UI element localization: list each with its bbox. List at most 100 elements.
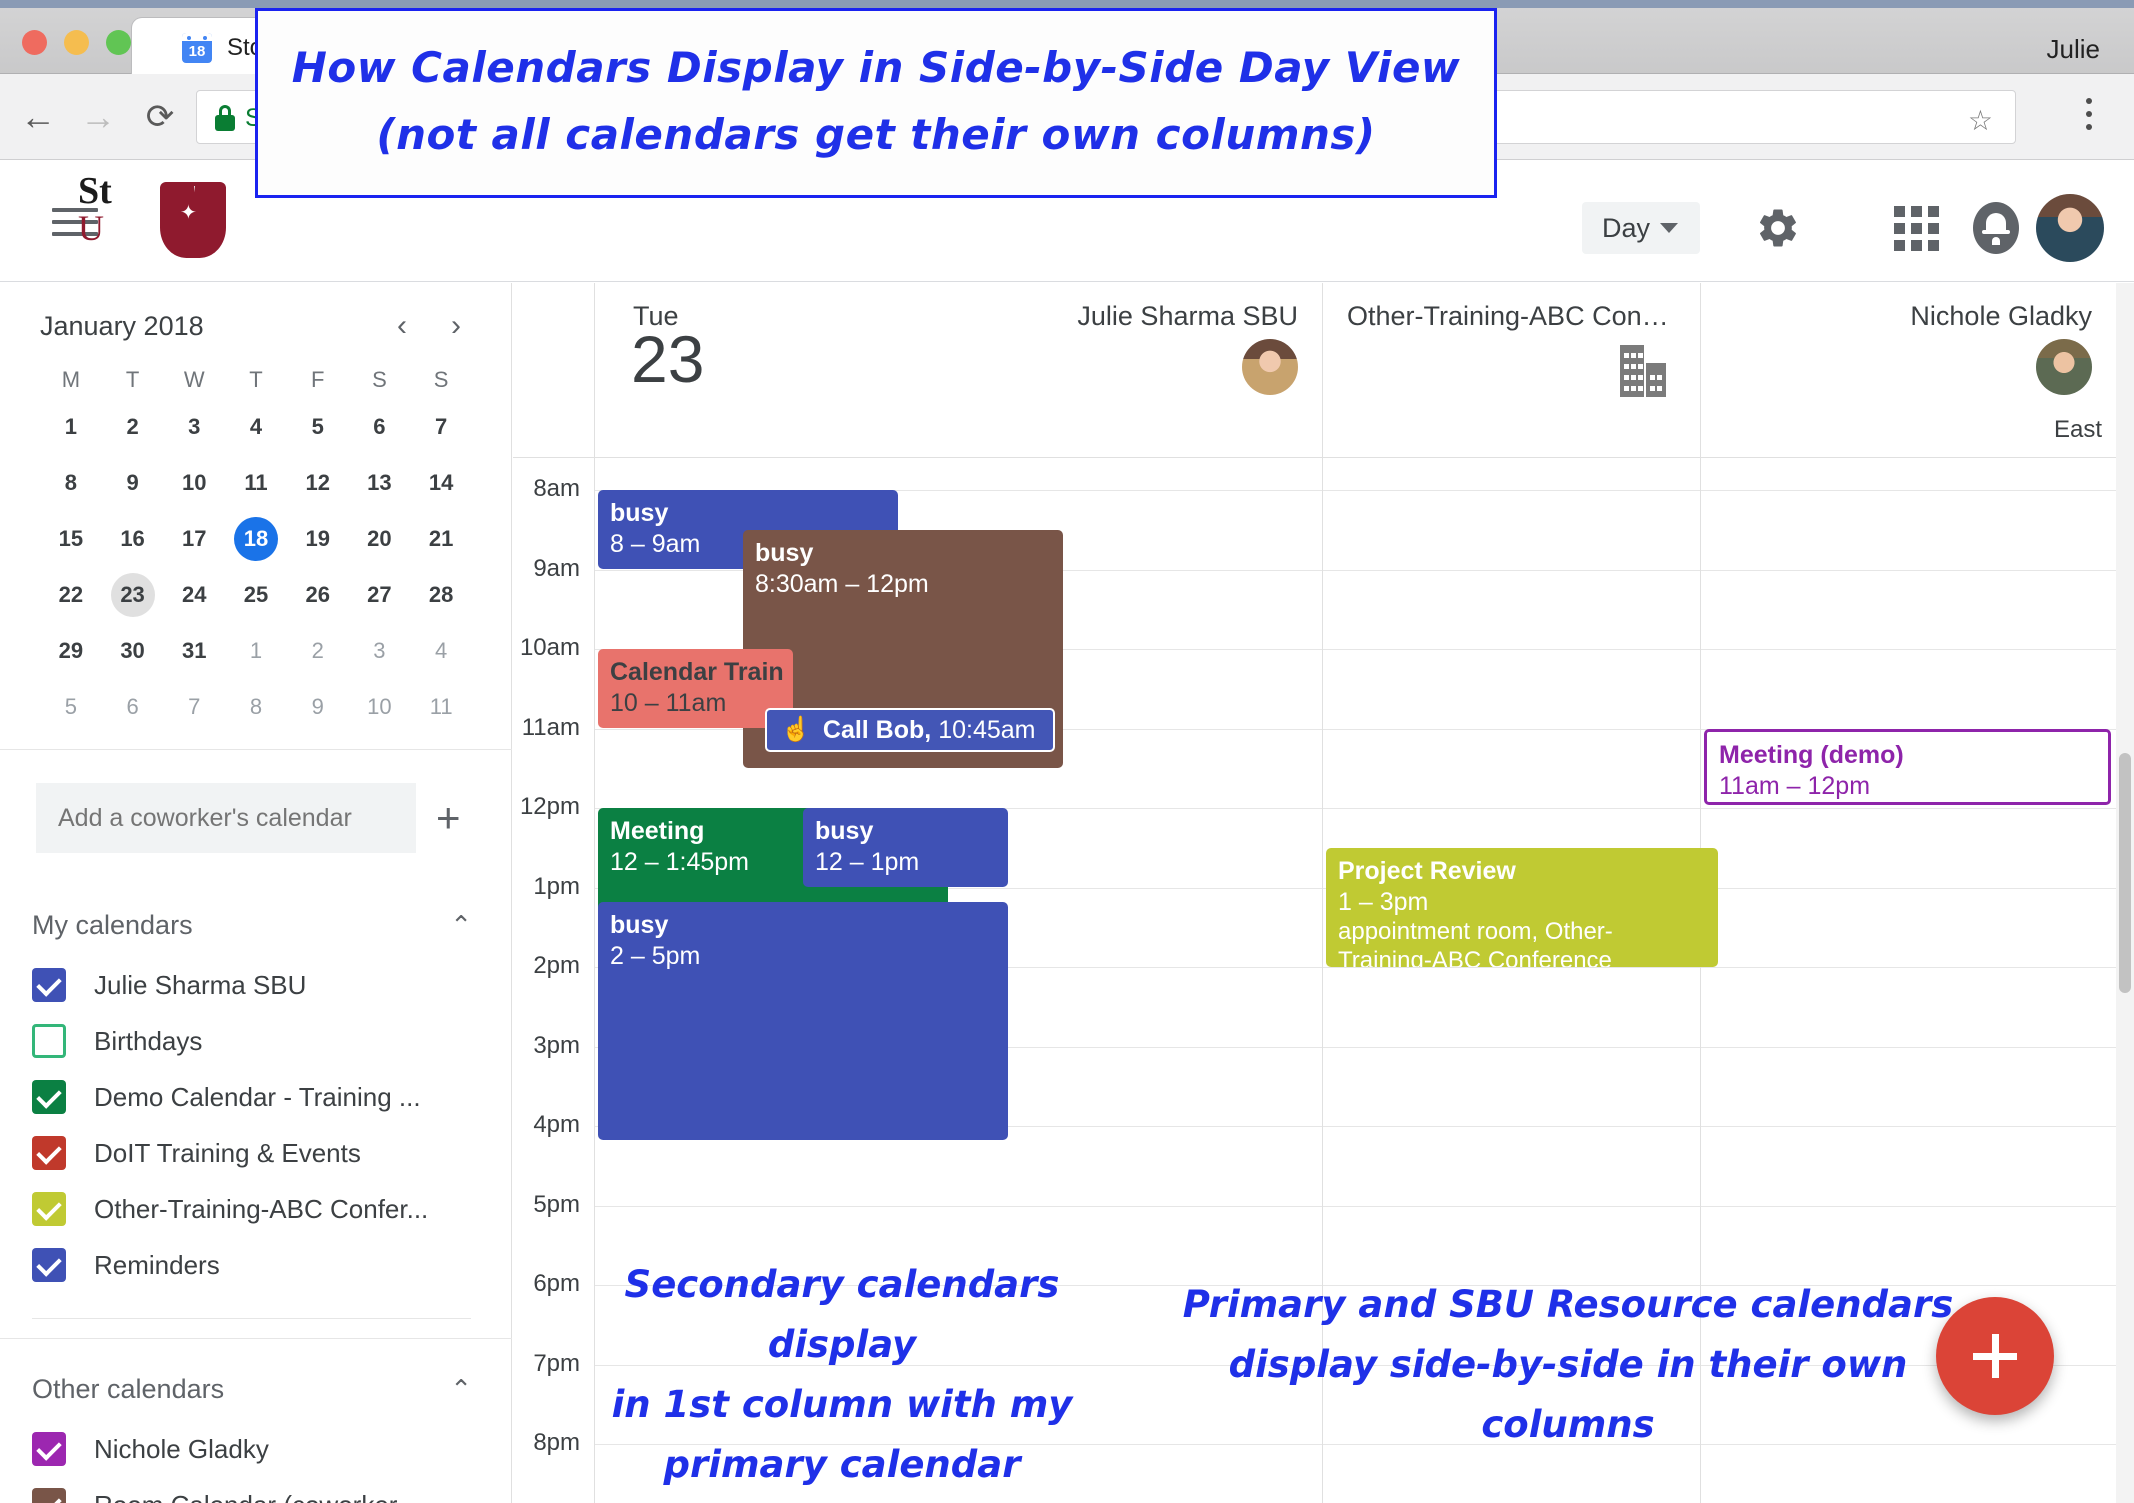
other-calendar-item[interactable]: Room Calendar (coworker ... (0, 1477, 512, 1503)
gear-icon[interactable] (1750, 200, 1806, 256)
bell-icon[interactable] (1968, 200, 2024, 256)
reminder-chip[interactable]: ☝ Call Bob, 10:45am (765, 708, 1055, 752)
mini-calendar-day[interactable]: 2 (287, 629, 349, 673)
university-logo: ✦ (160, 182, 230, 266)
mini-calendar-day[interactable]: 25 (225, 573, 287, 617)
mini-calendar-day[interactable]: 23 (102, 573, 164, 617)
chevron-up-icon[interactable]: ⌃ (450, 910, 472, 941)
mini-calendar-day[interactable]: 9 (102, 461, 164, 505)
add-coworker-input[interactable] (36, 783, 416, 853)
day-number[interactable]: 23 (631, 321, 704, 397)
mini-calendar-day[interactable]: 8 (40, 461, 102, 505)
mini-calendar-day[interactable]: 18 (225, 517, 287, 561)
mini-calendar-day[interactable]: 10 (163, 461, 225, 505)
create-event-button[interactable] (1936, 1297, 2054, 1415)
mini-calendar-day[interactable]: 11 (225, 461, 287, 505)
mini-calendar-day[interactable]: 1 (40, 405, 102, 449)
mini-calendar-day[interactable]: 16 (102, 517, 164, 561)
vertical-scrollbar[interactable] (2116, 283, 2134, 1503)
my-calendar-item[interactable]: Reminders (0, 1237, 512, 1293)
scrollbar-thumb[interactable] (2119, 753, 2131, 993)
mini-calendar-prev-icon[interactable]: ‹ (386, 309, 418, 343)
calendar-checkbox[interactable] (32, 1024, 66, 1058)
calendar-checkbox[interactable] (32, 1192, 66, 1226)
mini-calendar-day[interactable]: 5 (40, 685, 102, 729)
minimize-window-button[interactable] (64, 30, 89, 55)
calendar-checkbox[interactable] (32, 1488, 66, 1503)
mini-calendar-day[interactable]: 3 (163, 405, 225, 449)
back-icon[interactable]: ← (18, 96, 58, 137)
mini-calendar-day[interactable]: 28 (410, 573, 472, 617)
mini-calendar-day[interactable]: 26 (287, 573, 349, 617)
my-calendar-item[interactable]: Julie Sharma SBU (0, 957, 512, 1013)
calendar-checkbox[interactable] (32, 968, 66, 1002)
chrome-menu-icon[interactable] (2086, 98, 2092, 104)
mini-calendar-day[interactable]: 30 (102, 629, 164, 673)
calendar-event[interactable]: Project Review 1 – 3pm appointment room, O… (1326, 848, 1718, 967)
calendar-event[interactable]: busy 12 – 1pm (803, 808, 1008, 887)
column-divider (1322, 458, 1323, 1503)
mini-calendar-day[interactable]: 4 (410, 629, 472, 673)
mini-calendar-day[interactable]: 14 (410, 461, 472, 505)
hour-label: 11am (521, 713, 580, 741)
mini-calendar-day[interactable]: 2 (102, 405, 164, 449)
mini-calendar-day[interactable]: 4 (225, 405, 287, 449)
mini-calendar-next-icon[interactable]: › (440, 309, 472, 343)
apps-grid-icon[interactable] (1888, 200, 1944, 256)
mini-calendar-day[interactable]: 3 (349, 629, 411, 673)
calendar-event[interactable]: busy 2 – 5pm (598, 902, 1008, 1140)
mini-calendar-day[interactable]: 21 (410, 517, 472, 561)
mini-calendar-day[interactable]: 5 (287, 405, 349, 449)
close-window-button[interactable] (22, 30, 47, 55)
mini-calendar-day[interactable]: 20 (349, 517, 411, 561)
maximize-window-button[interactable] (106, 30, 131, 55)
mini-calendar-day[interactable]: 29 (40, 629, 102, 673)
browser-profile-name[interactable]: Julie (2047, 34, 2100, 65)
calendar-label: Other-Training-ABC Confer... (94, 1193, 429, 1224)
mini-calendar-day[interactable]: 8 (225, 685, 287, 729)
mini-calendar-day[interactable]: 24 (163, 573, 225, 617)
calendar-checkbox[interactable] (32, 1432, 66, 1466)
my-calendar-item[interactable]: Other-Training-ABC Confer... (0, 1181, 512, 1237)
add-coworker-plus-icon[interactable]: + (436, 794, 461, 842)
calendar-event[interactable]: Meeting (demo) 11am – 12pm (1704, 729, 2111, 805)
mini-calendar-day[interactable]: 11 (410, 685, 472, 729)
other-calendars-header[interactable]: Other calendars ⌃ (0, 1357, 512, 1421)
calendar-checkbox[interactable] (32, 1248, 66, 1282)
calendar-checkbox[interactable] (32, 1136, 66, 1170)
my-calendar-item[interactable]: Birthdays (0, 1013, 512, 1069)
avatar[interactable] (2036, 194, 2104, 262)
mini-calendar-day[interactable]: 17 (163, 517, 225, 561)
event-title: Calendar Train (610, 658, 784, 686)
window-controls[interactable] (22, 30, 131, 55)
my-calendar-item[interactable]: DoIT Training & Events (0, 1125, 512, 1181)
chevron-down-icon (1660, 223, 1679, 233)
mini-calendar-day[interactable]: 7 (163, 685, 225, 729)
my-calendars-header[interactable]: My calendars ⌃ (0, 893, 512, 957)
my-calendar-item[interactable]: Demo Calendar - Training ... (0, 1069, 512, 1125)
mini-calendar-day[interactable]: 22 (40, 573, 102, 617)
chevron-up-icon[interactable]: ⌃ (450, 1374, 472, 1405)
mini-calendar-day[interactable]: 6 (102, 685, 164, 729)
mini-calendar-day[interactable]: 15 (40, 517, 102, 561)
calendar-event[interactable]: Calendar Train 10 – 11am (598, 649, 793, 728)
mini-calendar-day[interactable]: 10 (349, 685, 411, 729)
calendar-checkbox[interactable] (32, 1080, 66, 1114)
forward-icon[interactable]: → (78, 96, 118, 137)
mini-calendar-day[interactable]: 1 (225, 629, 287, 673)
mini-calendar-day[interactable]: 13 (349, 461, 411, 505)
bookmark-star-icon[interactable]: ☆ (1968, 104, 1993, 137)
mini-calendar-day[interactable]: 12 (287, 461, 349, 505)
mini-calendar-day[interactable]: 27 (349, 573, 411, 617)
event-title: busy (815, 817, 874, 845)
mini-calendar-day[interactable]: 19 (287, 517, 349, 561)
view-selector[interactable]: Day (1582, 202, 1700, 254)
mini-calendar-day[interactable]: 31 (163, 629, 225, 673)
mini-calendar-day[interactable]: 9 (287, 685, 349, 729)
hour-label: 12pm (519, 793, 580, 820)
reload-icon[interactable]: ⟳ (140, 97, 180, 137)
timezone-cell (1700, 402, 2116, 458)
other-calendar-item[interactable]: Nichole Gladky (0, 1421, 512, 1477)
mini-calendar-day[interactable]: 7 (410, 405, 472, 449)
mini-calendar-day[interactable]: 6 (349, 405, 411, 449)
